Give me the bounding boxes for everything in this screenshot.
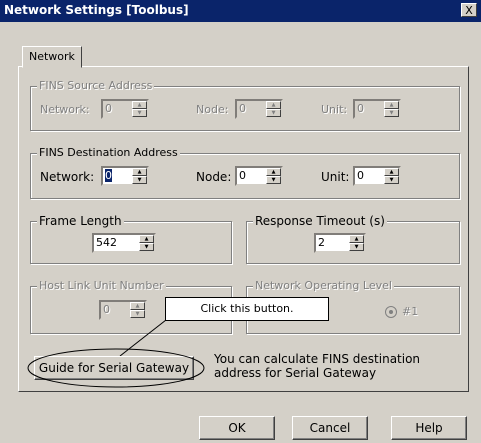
help-button[interactable]: Help xyxy=(391,416,467,440)
cancel-button[interactable]: Cancel xyxy=(292,416,368,440)
ok-label: OK xyxy=(228,421,246,435)
ok-button[interactable]: OK xyxy=(199,416,275,440)
gateway-hint-line1: You can calculate FINS destination xyxy=(214,352,421,366)
tab-network-label: Network xyxy=(29,50,75,63)
gateway-hint-line2: address for Serial Gateway xyxy=(214,366,377,380)
tab-network[interactable]: Network xyxy=(22,46,82,68)
help-label: Help xyxy=(415,421,443,435)
cancel-label: Cancel xyxy=(309,421,351,435)
